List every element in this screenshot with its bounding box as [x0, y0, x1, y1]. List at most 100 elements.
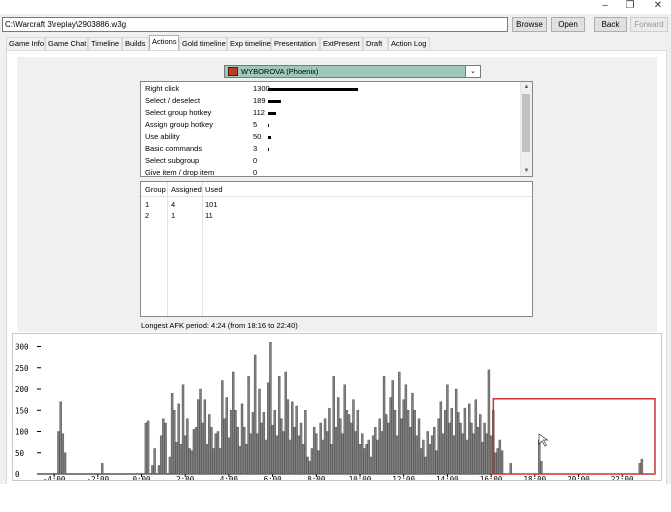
chart-bar — [267, 382, 270, 475]
window-titlebar: – ❐ ✕ — [0, 0, 671, 14]
column-divider — [202, 182, 203, 316]
chart-bar — [446, 384, 449, 475]
action-bar — [268, 112, 276, 115]
chart-bar — [302, 444, 305, 475]
chart-bar — [184, 435, 187, 475]
chart-bar — [291, 401, 294, 475]
chart-bar — [498, 439, 502, 475]
chart-bar — [472, 433, 475, 475]
chart-bar — [328, 407, 331, 475]
chart-bar — [334, 427, 338, 475]
chart-bar — [463, 407, 467, 475]
chart-bar — [457, 412, 460, 475]
chart-bar — [437, 418, 440, 475]
toolbar: C:\Warcraft 3\replay\2903886.w3g Browse … — [0, 17, 671, 34]
y-tick-label: 50 — [15, 449, 25, 458]
chart-bar — [100, 463, 104, 475]
x-tick-label: 20:00 — [567, 475, 590, 480]
scroll-up-icon[interactable]: ▲ — [521, 82, 532, 92]
forward-button: Forward — [630, 17, 668, 32]
tab-builds[interactable]: Builds — [122, 37, 149, 50]
x-tick-label: 18:00 — [524, 475, 547, 480]
chart-bar — [489, 435, 493, 475]
action-bar — [268, 88, 358, 91]
action-label: Assign group hotkey — [145, 120, 213, 129]
chart-bar — [188, 448, 191, 475]
x-tick-label: 8:00 — [307, 475, 326, 480]
chart-bar — [212, 448, 215, 475]
minimize-icon[interactable]: – — [593, 0, 617, 14]
chevron-down-icon[interactable]: ⌄ — [465, 66, 480, 77]
chart-bar — [382, 376, 386, 475]
chart-bar — [424, 456, 427, 475]
scrollbar-thumb[interactable] — [522, 94, 530, 152]
y-tick-label: 150 — [15, 406, 29, 415]
action-label: Select group hotkey — [145, 108, 212, 117]
action-label: Select subgroup — [145, 156, 200, 165]
actions-scrollbar[interactable]: ▲ ▼ — [520, 82, 532, 176]
chart-bar — [245, 444, 248, 475]
action-count: 0 — [253, 168, 258, 177]
chart-bar — [452, 435, 456, 475]
tab-timeline[interactable]: Timeline — [88, 37, 122, 50]
tab-extpresent[interactable]: ExtPresent — [320, 37, 363, 50]
player-race-icon — [228, 67, 238, 76]
chart-bar — [308, 461, 311, 475]
tab-draft[interactable]: Draft — [363, 37, 388, 50]
column-header-used[interactable]: Used — [205, 185, 223, 194]
back-button[interactable]: Back — [594, 17, 627, 32]
chart-bar — [216, 431, 220, 475]
tab-actions[interactable]: Actions — [149, 35, 179, 50]
column-header-group[interactable]: Group — [145, 185, 166, 194]
group-hotkeys-table[interactable]: Group Assigned Used 1 4 101 2 1 11 — [140, 181, 533, 317]
tab-action-log[interactable]: Action Log — [388, 37, 430, 50]
maximize-icon[interactable]: ❐ — [618, 0, 642, 14]
chart-bar — [251, 412, 255, 475]
chart-bar — [470, 422, 473, 475]
chart-bar — [312, 427, 316, 475]
x-tick-label: 2:00 — [176, 475, 195, 480]
highlight-box — [492, 398, 656, 475]
chart-bar — [494, 452, 497, 475]
chart-bar — [413, 410, 416, 475]
chart-bar — [411, 393, 414, 475]
close-icon[interactable]: ✕ — [646, 0, 670, 14]
scroll-down-icon[interactable]: ▼ — [521, 166, 532, 176]
chart-bar — [422, 439, 425, 475]
open-button[interactable]: Open — [551, 17, 585, 32]
chart-bar — [419, 448, 423, 475]
chart-bar — [356, 410, 360, 475]
chart-bar — [297, 435, 301, 475]
chart-bar — [225, 397, 228, 475]
tab-gold-timeline[interactable]: Gold timeline — [179, 37, 227, 50]
table-cell: 101 — [205, 200, 218, 209]
chart-bar — [433, 427, 436, 475]
chart-bar — [448, 422, 451, 475]
chart-bar — [295, 405, 298, 475]
tab-presentation[interactable]: Presentation — [271, 37, 320, 50]
tab-game-info[interactable]: Game Info — [6, 37, 45, 50]
browse-button[interactable]: Browse — [512, 17, 547, 32]
chart-bar — [485, 433, 488, 475]
chart-bar — [247, 376, 250, 475]
chart-bar — [282, 431, 285, 475]
chart-bar — [208, 414, 211, 475]
replay-path-input[interactable]: C:\Warcraft 3\replay\2903886.w3g — [2, 17, 508, 32]
x-tick-label: 4:00 — [220, 475, 239, 480]
tab-game-chat[interactable]: Game Chat — [45, 37, 88, 50]
afk-period-text: Longest AFK period: 4:24 (from 18:16 to … — [141, 321, 298, 330]
chart-bar — [389, 397, 392, 475]
player-select[interactable]: WYBOROVA (Phoenix) ⌄ — [224, 65, 481, 78]
chart-bar — [398, 371, 401, 475]
chart-bar — [332, 376, 335, 475]
action-counts-list[interactable]: Right click 1300 Select / deselect 189 S… — [140, 81, 533, 177]
chart-bar — [345, 410, 349, 475]
chart-bar — [352, 399, 355, 475]
chart-bar — [157, 465, 161, 475]
chart-bar — [153, 448, 156, 475]
chart-bar — [286, 399, 290, 475]
tab-exp-timeline[interactable]: Exp timeline — [227, 37, 271, 50]
chart-bar — [306, 456, 309, 475]
column-header-assigned[interactable]: Assigned — [171, 185, 202, 194]
chart-bar — [409, 427, 412, 475]
